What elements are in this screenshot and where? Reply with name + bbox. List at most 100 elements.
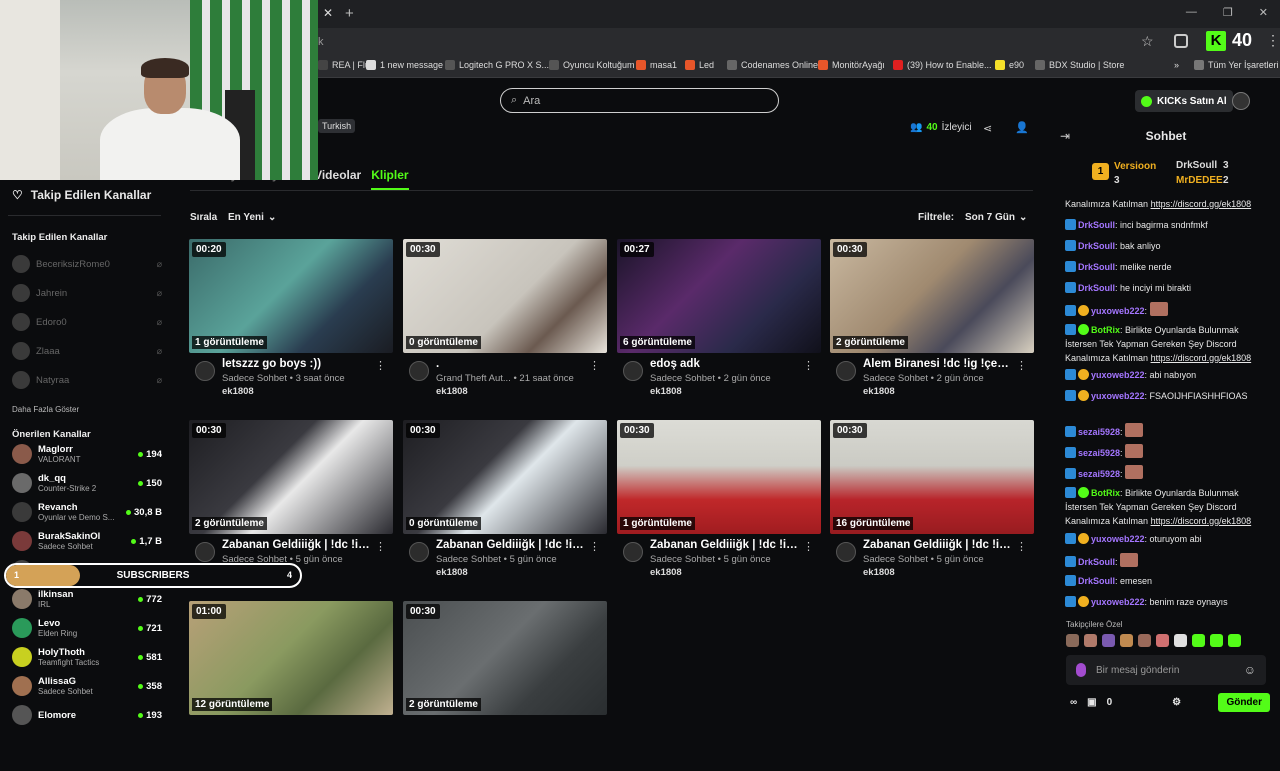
- chat-username[interactable]: sezai5928: [1078, 427, 1120, 437]
- clip-thumbnail[interactable]: 00:30 2 görüntüleme: [189, 420, 393, 534]
- clip-thumbnail[interactable]: 00:30 2 görüntüleme: [830, 239, 1034, 353]
- sidebar-header[interactable]: ♡ Takip Edilen Kanallar: [12, 188, 151, 202]
- emote-icon[interactable]: [1084, 634, 1097, 647]
- recommended-channel-item[interactable]: ilkinsan IRL 772: [12, 586, 162, 612]
- clip-user[interactable]: ek1808: [863, 386, 895, 397]
- kick-extension-badge[interactable]: K 40 ⋮: [1206, 30, 1280, 51]
- search-input[interactable]: ⌕ Ara: [500, 88, 779, 113]
- recommended-channel-item[interactable]: AllissaG Sadece Sohbet 358: [12, 673, 162, 699]
- avatar[interactable]: [409, 542, 429, 562]
- chat-username[interactable]: yuxoweb222: [1091, 534, 1145, 544]
- clip-user[interactable]: ek1808: [222, 386, 254, 397]
- more-options-icon[interactable]: ⋮: [803, 540, 814, 553]
- chat-username[interactable]: BotRix: [1091, 488, 1120, 498]
- new-tab-button[interactable]: +: [345, 5, 354, 22]
- clip-category[interactable]: Sadece Sohbet: [436, 554, 501, 565]
- clip-thumbnail[interactable]: 00:30 1 görüntüleme: [617, 420, 821, 534]
- chat-link[interactable]: https://discord.gg/ek1808: [1151, 516, 1252, 526]
- chat-username[interactable]: DrkSoull: [1078, 262, 1115, 272]
- language-tag[interactable]: Turkish: [318, 119, 356, 133]
- filter-dropdown[interactable]: Son 7 Gün ⌄: [965, 212, 1027, 223]
- clip-user[interactable]: ek1808: [650, 567, 682, 578]
- more-options-icon[interactable]: ⋮: [803, 359, 814, 372]
- bookmark-item[interactable]: »: [1160, 60, 1179, 70]
- browser-menu-icon[interactable]: ⋮: [1266, 32, 1280, 49]
- more-options-icon[interactable]: ⋮: [589, 359, 600, 372]
- clip-thumbnail[interactable]: 00:20 1 görüntüleme: [189, 239, 393, 353]
- emote-icon[interactable]: [1192, 634, 1205, 647]
- more-options-icon[interactable]: ⋮: [375, 359, 386, 372]
- emote-icon[interactable]: [1174, 634, 1187, 647]
- emote-icon[interactable]: [1102, 634, 1115, 647]
- chat-username[interactable]: DrkSoull: [1078, 220, 1115, 230]
- clip-title[interactable]: Alem Biranesi !dc !ig !çeki...: [863, 358, 1013, 370]
- recommended-channel-item[interactable]: Elomore 193: [12, 702, 162, 728]
- tab-clips[interactable]: Klipler: [371, 168, 409, 190]
- kicks-icon[interactable]: ∞: [1070, 697, 1077, 708]
- clip-card[interactable]: 00:30 16 görüntüleme Zabanan Geldiiiğk | !…: [830, 420, 1034, 590]
- bookmark-item[interactable]: masa1: [636, 60, 677, 70]
- emoji-icon[interactable]: ☺: [1244, 663, 1256, 677]
- buy-kicks-button[interactable]: KICKs Satın Al: [1135, 90, 1233, 112]
- emote-icon[interactable]: [1120, 634, 1133, 647]
- clip-thumbnail[interactable]: 00:30 0 görüntüleme: [403, 239, 607, 353]
- gifter-third[interactable]: MrDEDEE: [1176, 175, 1223, 186]
- clip-category[interactable]: Sadece Sohbet: [650, 554, 715, 565]
- chat-username[interactable]: yuxoweb222: [1091, 370, 1145, 380]
- gifter-second[interactable]: DrkSoull: [1176, 160, 1217, 171]
- chat-username[interactable]: sezai5928: [1078, 448, 1120, 458]
- avatar[interactable]: [836, 361, 856, 381]
- close-tab-icon[interactable]: ✕: [323, 6, 333, 20]
- recommended-channel-item[interactable]: dk_qq Counter-Strike 2 150: [12, 470, 162, 496]
- recommended-channel-item[interactable]: BurakSakinOl Sadece Sohbet 1,7 B: [12, 528, 162, 554]
- minimize-icon[interactable]: —: [1186, 6, 1197, 19]
- emote-icon[interactable]: [1066, 634, 1079, 647]
- recommended-channel-item[interactable]: HolyThoth Teamfight Tactics 581: [12, 644, 162, 670]
- followed-channel-item[interactable]: BeceriksizRome0 ⌀: [12, 254, 162, 274]
- avatar[interactable]: [836, 542, 856, 562]
- sort-dropdown[interactable]: En Yeni ⌄: [228, 212, 276, 223]
- chat-username[interactable]: DrkSoull: [1078, 283, 1115, 293]
- emote-icon[interactable]: [1156, 634, 1169, 647]
- follow-icon[interactable]: 👤: [1015, 121, 1029, 134]
- bookmark-item[interactable]: (39) How to Enable...: [893, 60, 992, 70]
- bookmark-item[interactable]: Led: [685, 60, 714, 70]
- bookmark-item[interactable]: e90: [995, 60, 1024, 70]
- url-text[interactable]: k: [318, 36, 324, 48]
- window-close-icon[interactable]: ✕: [1259, 6, 1268, 19]
- clip-title[interactable]: Zabanan Geldiiiğk | !dc !ig...: [222, 539, 372, 551]
- clip-title[interactable]: Zabanan Geldiiiğk | !dc !ig...: [436, 539, 586, 551]
- recommended-channel-item[interactable]: Revanch Oyunlar ve Demo S... 30,8 B: [12, 499, 162, 525]
- bookmark-item[interactable]: MonitörAyağı: [818, 60, 885, 70]
- followed-channel-item[interactable]: Zlaaa ⌀: [12, 341, 162, 361]
- show-more-link[interactable]: Daha Fazla Göster: [12, 405, 79, 414]
- chat-username[interactable]: sezai5928: [1078, 469, 1120, 479]
- clip-card[interactable]: 00:30 2 görüntüleme: [403, 601, 607, 771]
- clip-title[interactable]: Zabanan Geldiiiğk | !dc !ig...: [863, 539, 1013, 551]
- clip-thumbnail[interactable]: 00:27 6 görüntüleme: [617, 239, 821, 353]
- avatar[interactable]: [195, 542, 215, 562]
- gift-icon[interactable]: ▣: [1087, 697, 1096, 708]
- clip-thumbnail[interactable]: 01:00 12 görüntüleme: [189, 601, 393, 715]
- clip-category[interactable]: Sadece Sohbet: [650, 373, 715, 384]
- bookmark-item[interactable]: Oyuncu Koltuğum: [549, 60, 635, 70]
- followed-channel-item[interactable]: Edoro0 ⌀: [12, 312, 162, 332]
- bookmark-item[interactable]: 1 new message: [366, 60, 443, 70]
- avatar[interactable]: [409, 361, 429, 381]
- share-icon[interactable]: ⋖: [983, 122, 992, 135]
- clip-card[interactable]: 00:20 1 görüntüleme letszzz go boys :)) Sad…: [189, 239, 393, 409]
- clip-card[interactable]: 00:30 0 görüntüleme. Grand Theft Aut... • …: [403, 239, 607, 409]
- avatar[interactable]: [623, 361, 643, 381]
- clip-card[interactable]: 00:30 2 görüntüleme Alem Biranesi !dc !ig …: [830, 239, 1034, 409]
- chat-link[interactable]: https://discord.gg/ek1808: [1151, 353, 1252, 363]
- clip-card[interactable]: 01:00 12 görüntüleme: [189, 601, 393, 771]
- maximize-icon[interactable]: ❐: [1223, 6, 1233, 19]
- clip-title[interactable]: Zabanan Geldiiiğk | !dc !ig...: [650, 539, 800, 551]
- clip-category[interactable]: Sadece Sohbet: [863, 373, 928, 384]
- clip-category[interactable]: Grand Theft Aut...: [436, 373, 511, 384]
- more-options-icon[interactable]: ⋮: [589, 540, 600, 553]
- clip-title[interactable]: edoş adk: [650, 358, 800, 370]
- clip-thumbnail[interactable]: 00:30 16 görüntüleme: [830, 420, 1034, 534]
- clip-thumbnail[interactable]: 00:30 2 görüntüleme: [403, 601, 607, 715]
- chat-username[interactable]: yuxoweb222: [1091, 391, 1145, 401]
